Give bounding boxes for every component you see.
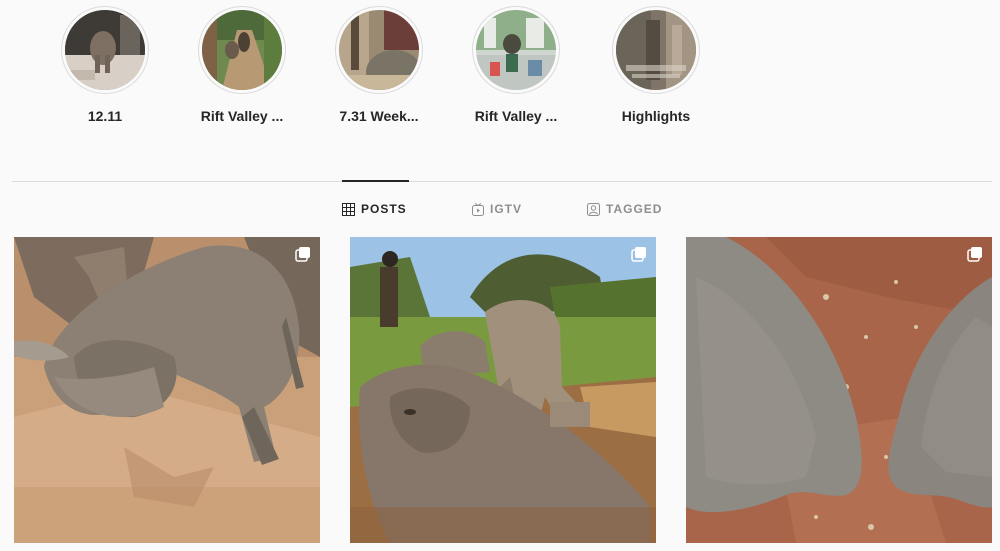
tab-igtv-label: IGTV [490, 202, 523, 216]
highlight-label: Rift Valley ... [200, 108, 284, 124]
tab-posts[interactable]: POSTS [342, 200, 407, 218]
highlight-cover-image[interactable] [476, 10, 556, 90]
highlight-label: Highlights [621, 108, 691, 124]
active-tab-indicator [342, 180, 409, 182]
highlight-ring[interactable] [472, 6, 560, 94]
highlight-ring[interactable] [335, 6, 423, 94]
highlight-cover-image[interactable] [202, 10, 282, 90]
profile-content: 12.11 Rift Valley ... 7.31 Week... Rift … [0, 0, 1000, 551]
multiple-posts-icon [295, 247, 310, 262]
post-image-mud-bath [350, 237, 656, 543]
highlight-cover-image[interactable] [339, 10, 419, 90]
post-thumbnail[interactable] [14, 237, 320, 543]
tagged-icon [587, 202, 600, 216]
highlight-cover-image[interactable] [616, 10, 696, 90]
tab-tagged[interactable]: TAGGED [587, 200, 662, 218]
igtv-icon [472, 202, 484, 216]
post-thumbnail[interactable] [350, 237, 656, 543]
multiple-posts-icon [631, 247, 646, 262]
post-image-elephant-ears [686, 237, 992, 543]
post-thumbnail[interactable] [686, 237, 992, 543]
tab-igtv[interactable]: IGTV [472, 200, 522, 218]
tab-tagged-label: TAGGED [606, 202, 663, 216]
tab-posts-label: POSTS [361, 202, 407, 216]
story-highlight[interactable]: Rift Valley ... [456, 6, 576, 125]
tabs-divider [12, 181, 992, 182]
story-highlight[interactable]: Highlights [596, 6, 716, 125]
highlight-ring[interactable] [198, 6, 286, 94]
story-highlight[interactable]: 7.31 Week... [319, 6, 439, 125]
highlight-label: 12.11 [87, 108, 123, 124]
story-highlight[interactable]: 12.11 [45, 6, 165, 125]
highlight-ring[interactable] [612, 6, 700, 94]
post-image-elephant-calf [14, 237, 320, 543]
story-highlight[interactable]: Rift Valley ... [182, 6, 302, 125]
highlight-ring[interactable] [61, 6, 149, 94]
highlight-cover-image[interactable] [65, 10, 145, 90]
highlight-label: Rift Valley ... [474, 108, 558, 124]
multiple-posts-icon [967, 247, 982, 262]
grid-icon [342, 202, 355, 216]
highlight-label: 7.31 Week... [339, 108, 419, 124]
